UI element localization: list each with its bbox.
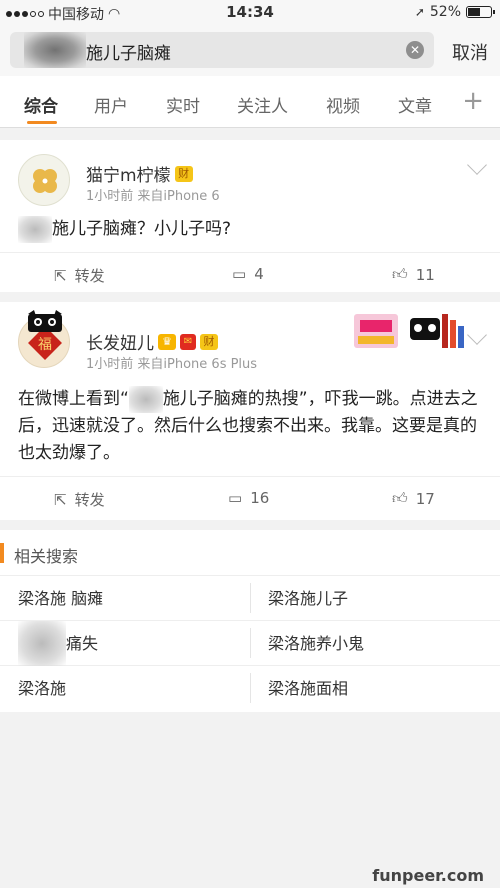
post-actions: ⇱ 转发 ▭ 16 👍︎ 17	[0, 476, 500, 520]
post-card[interactable]: 猫宁m柠檬 财 1小时前 来自iPhone 6 梁洛施儿子脑瘫？小儿子吗? ⇱ 转…	[0, 140, 500, 292]
tab-realtime[interactable]: 实时	[166, 92, 200, 117]
battery-percent: 52%	[429, 4, 461, 20]
blurred-region: 梁洛	[18, 216, 52, 243]
post-text: 梁洛施儿子脑瘫？小儿子吗?	[18, 216, 484, 243]
comment-icon: ▭	[232, 265, 247, 283]
active-tab-indicator	[27, 121, 57, 124]
like-button[interactable]: 👍︎ 17	[392, 489, 435, 508]
like-count: 11	[415, 265, 435, 284]
like-count: 17	[415, 489, 435, 508]
related-search-item[interactable]: 梁洛施 脑瘫	[0, 576, 250, 621]
blurred-region	[24, 32, 86, 68]
tmall-cat-icon	[28, 310, 62, 332]
related-search-item[interactable]: 梁洛施	[0, 666, 250, 711]
chevron-down-icon[interactable]	[467, 325, 487, 345]
related-searches: 相关搜索 梁洛施 脑瘫 梁洛施儿子 梁洛施痛失 梁洛施养小鬼 梁洛施 梁洛施面相	[0, 530, 500, 712]
repost-label: 转发	[74, 267, 105, 285]
divider	[250, 583, 251, 613]
svg-text:福: 福	[38, 337, 52, 353]
thumbs-up-icon: 👍︎	[392, 489, 408, 507]
wealth-badge: 财	[174, 165, 193, 182]
related-title: 相关搜索	[14, 547, 79, 566]
related-search-item-text: 痛失	[66, 634, 99, 653]
battery-icon	[466, 6, 495, 18]
comment-button[interactable]: ▭ 4	[232, 265, 264, 283]
repost-icon: ⇱	[54, 490, 67, 509]
comment-count: 16	[250, 489, 270, 507]
post-card[interactable]: 福 长发妞儿 ♛ ✉ 财 1小时前 来自iPhone 6s Plus 在微博上看…	[0, 302, 500, 520]
clover-icon	[33, 169, 57, 193]
blurred-region: 梁洛施	[18, 621, 67, 666]
tab-users[interactable]: 用户	[94, 92, 128, 117]
like-button[interactable]: 👍︎ 11	[392, 265, 435, 284]
status-right: ➚ 52%	[414, 4, 495, 20]
post-text-content: 施儿子脑瘫？小儿子吗?	[52, 219, 232, 239]
tab-video[interactable]: 视频	[326, 92, 360, 117]
repost-icon: ⇱	[54, 266, 67, 285]
author-name-text[interactable]: 长发妞儿	[86, 329, 154, 354]
search-header: 施儿子脑瘫 ✕ 取消	[0, 26, 500, 76]
divider	[250, 673, 251, 703]
repost-button[interactable]: ⇱ 转发	[54, 265, 105, 286]
comment-button[interactable]: ▭ 16	[228, 489, 269, 507]
post-text-start: 在微博上看到“	[18, 389, 129, 409]
post-meta: 1小时前 来自iPhone 6s Plus	[86, 357, 258, 372]
location-arrow-icon: ➚	[414, 5, 425, 19]
tab-following[interactable]: 关注人	[237, 92, 288, 117]
comment-icon: ▭	[228, 489, 243, 507]
section-accent-bar	[0, 543, 4, 563]
author-name[interactable]: 长发妞儿 ♛ ✉ 财	[86, 329, 218, 354]
shopping-festival-banner-icon	[354, 314, 464, 348]
related-header: 相关搜索	[0, 530, 500, 576]
search-query: 施儿子脑瘫	[86, 44, 171, 64]
avatar[interactable]	[18, 154, 70, 206]
thumbs-up-icon: 👍︎	[392, 265, 408, 283]
red-envelope-badge-icon: ✉	[180, 333, 196, 350]
add-tab-icon[interactable]: +	[462, 86, 484, 116]
search-input[interactable]: 施儿子脑瘫 ✕	[10, 32, 434, 68]
chevron-down-icon[interactable]	[467, 155, 487, 175]
cancel-button[interactable]: 取消	[452, 39, 488, 65]
status-bar: 中国移动 ◠ 14:34 ➚ 52%	[0, 0, 500, 26]
watermark: funpeer.com	[372, 866, 484, 885]
wealth-badge: 财	[200, 333, 218, 350]
post-text: 在微博上看到“梁洛施儿子脑瘫的热搜”，吓我一跳。点进去之后，迅速就没了。然后什么…	[18, 386, 484, 467]
repost-button[interactable]: ⇱ 转发	[54, 489, 105, 510]
tab-comprehensive[interactable]: 综合	[24, 92, 58, 117]
clear-search-icon[interactable]: ✕	[406, 41, 424, 59]
divider	[250, 628, 251, 658]
related-search-item[interactable]: 梁洛施儿子	[250, 576, 500, 621]
repost-label: 转发	[74, 491, 105, 509]
search-tabs: 综合 用户 实时 关注人 视频 文章 +	[0, 76, 500, 128]
post-actions: ⇱ 转发 ▭ 4 👍︎ 11	[0, 252, 500, 296]
tab-articles[interactable]: 文章	[398, 92, 432, 117]
author-name-text[interactable]: 猫宁m柠檬	[86, 161, 171, 186]
author-name[interactable]: 猫宁m柠檬 财	[86, 161, 193, 186]
related-search-item[interactable]: 梁洛施面相	[250, 666, 500, 711]
post-meta: 1小时前 来自iPhone 6	[86, 189, 220, 204]
comment-count: 4	[254, 265, 264, 283]
crown-badge-icon: ♛	[158, 333, 176, 350]
blurred-region: 梁洛	[128, 386, 163, 413]
related-search-item[interactable]: 梁洛施养小鬼	[250, 621, 500, 666]
related-search-item[interactable]: 梁洛施痛失	[0, 621, 250, 666]
